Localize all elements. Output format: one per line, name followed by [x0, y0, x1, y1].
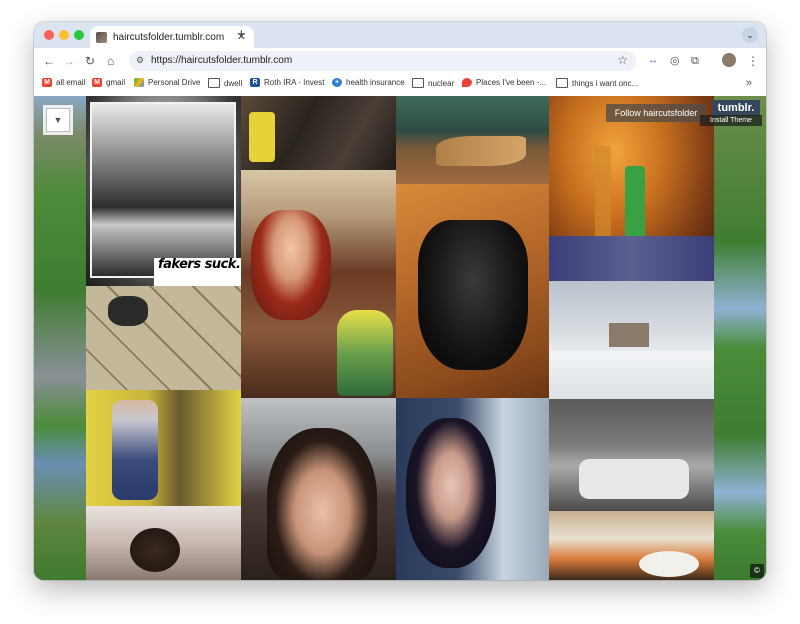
bookmark-label: nuclear — [428, 78, 455, 88]
maps-icon — [462, 78, 472, 87]
bookmarks-bar: M all email M gmail Personal Drive dwell… — [34, 74, 766, 97]
extension-arrows-icon[interactable]: ↔ — [648, 53, 658, 69]
photo-bottles-table[interactable] — [549, 96, 714, 281]
lawn-background-right — [714, 96, 766, 580]
rk-icon: R — [250, 78, 260, 87]
site-settings-icon[interactable]: ⚙ — [136, 55, 144, 66]
menu-dots-icon[interactable]: ⋮ — [747, 53, 759, 69]
tab-haircutsfolder[interactable]: haircutsfolder.tumblr.com ✕ — [90, 26, 254, 48]
folder-icon — [412, 78, 424, 88]
tab-title: haircutsfolder.tumblr.com — [113, 31, 225, 43]
photo-black-boots[interactable] — [396, 184, 549, 398]
tumblr-logo[interactable]: tumblr. — [712, 100, 760, 116]
page-viewport: fakers suck. ▼ Follow haircutsfolder tum… — [34, 96, 766, 580]
photo-bw-wall-photos[interactable] — [549, 399, 714, 511]
bookmark-label: dwell — [224, 78, 243, 88]
bookmark-label: all email — [56, 78, 86, 87]
gmail-icon: M — [42, 78, 52, 87]
more-bookmarks-chevron-icon[interactable]: » — [746, 77, 752, 89]
gmail-icon: M — [92, 78, 102, 87]
copyright-icon[interactable]: © — [750, 564, 764, 578]
bookmark-dwell[interactable]: dwell — [208, 78, 242, 88]
photo-cat-bottle[interactable] — [241, 96, 396, 170]
bookmark-label: gmail — [106, 78, 126, 87]
bookmark-things[interactable]: things i want onc... — [556, 78, 638, 88]
minimize-window-button[interactable] — [59, 30, 69, 40]
photo-redhead-waving[interactable] — [241, 170, 396, 398]
extensions-puzzle-icon[interactable]: ⧉ — [691, 53, 699, 69]
bookmark-gmail[interactable]: M gmail — [92, 78, 125, 87]
tab-search-chevron-icon[interactable]: ⌄ — [742, 27, 758, 43]
photo-girl-black-hair[interactable] — [396, 398, 549, 580]
url-text: https://haircutsfolder.tumblr.com — [151, 55, 293, 66]
photo-food-plates[interactable] — [549, 511, 714, 580]
close-window-button[interactable] — [44, 30, 54, 40]
bookmark-places[interactable]: Places I've been -... — [462, 78, 546, 87]
bookmark-nuclear[interactable]: nuclear — [412, 78, 454, 88]
bookmark-all-email[interactable]: M all email — [42, 78, 85, 87]
tab-strip: haircutsfolder.tumblr.com ✕ + ⌄ — [34, 22, 766, 48]
photo-high-heels[interactable] — [396, 96, 549, 184]
collapse-chevron-down-icon[interactable]: ▼ — [46, 108, 70, 132]
fakers-suck-caption: fakers suck. — [154, 258, 244, 288]
address-bar[interactable]: ⚙ https://haircutsfolder.tumblr.com ☆ — [129, 51, 636, 71]
photo-tile-floor-sneakers[interactable] — [86, 286, 241, 390]
bookmark-label: Places I've been -... — [476, 78, 547, 87]
install-theme-button[interactable]: Install Theme — [700, 115, 762, 126]
home-icon[interactable]: ⌂ — [107, 53, 114, 69]
new-tab-button[interactable]: + — [237, 26, 246, 43]
photo-bed-sleeping[interactable] — [86, 506, 241, 580]
photo-girl-yellow-room[interactable] — [86, 390, 241, 506]
back-arrow-icon[interactable]: ← — [43, 53, 55, 69]
folder-icon — [556, 78, 568, 88]
bookmark-label: health insurance — [346, 78, 405, 87]
bookmark-label: things i want onc... — [572, 78, 639, 88]
bookmark-roth-ira[interactable]: R Roth IRA - Invest — [250, 78, 324, 87]
extension-g-icon[interactable]: ◎ — [670, 53, 680, 69]
bookmark-star-icon[interactable]: ☆ — [617, 53, 628, 67]
bookmark-health-insurance[interactable]: + health insurance — [332, 78, 405, 87]
forward-arrow-icon[interactable]: → — [63, 53, 75, 69]
lawn-background-left — [34, 96, 86, 580]
photo-snowy-street[interactable] — [549, 281, 714, 399]
follow-button[interactable]: Follow haircutsfolder — [606, 104, 706, 122]
bookmark-label: Personal Drive — [148, 78, 201, 87]
browser-window: haircutsfolder.tumblr.com ✕ + ⌄ ← → ↻ ⌂ … — [34, 22, 766, 580]
folder-icon — [208, 78, 220, 88]
drive-icon — [134, 78, 144, 87]
reload-icon[interactable]: ↻ — [85, 53, 95, 69]
maximize-window-button[interactable] — [74, 30, 84, 40]
photo-girl-car-closeup[interactable] — [241, 398, 396, 580]
health-icon: + — [332, 78, 342, 87]
bookmark-personal-drive[interactable]: Personal Drive — [134, 78, 200, 87]
browser-toolbar: ← → ↻ ⌂ ⚙ https://haircutsfolder.tumblr.… — [34, 48, 766, 74]
profile-avatar[interactable] — [722, 53, 736, 67]
bookmark-label: Roth IRA - Invest — [264, 78, 325, 87]
tab-favicon-icon — [96, 31, 107, 43]
